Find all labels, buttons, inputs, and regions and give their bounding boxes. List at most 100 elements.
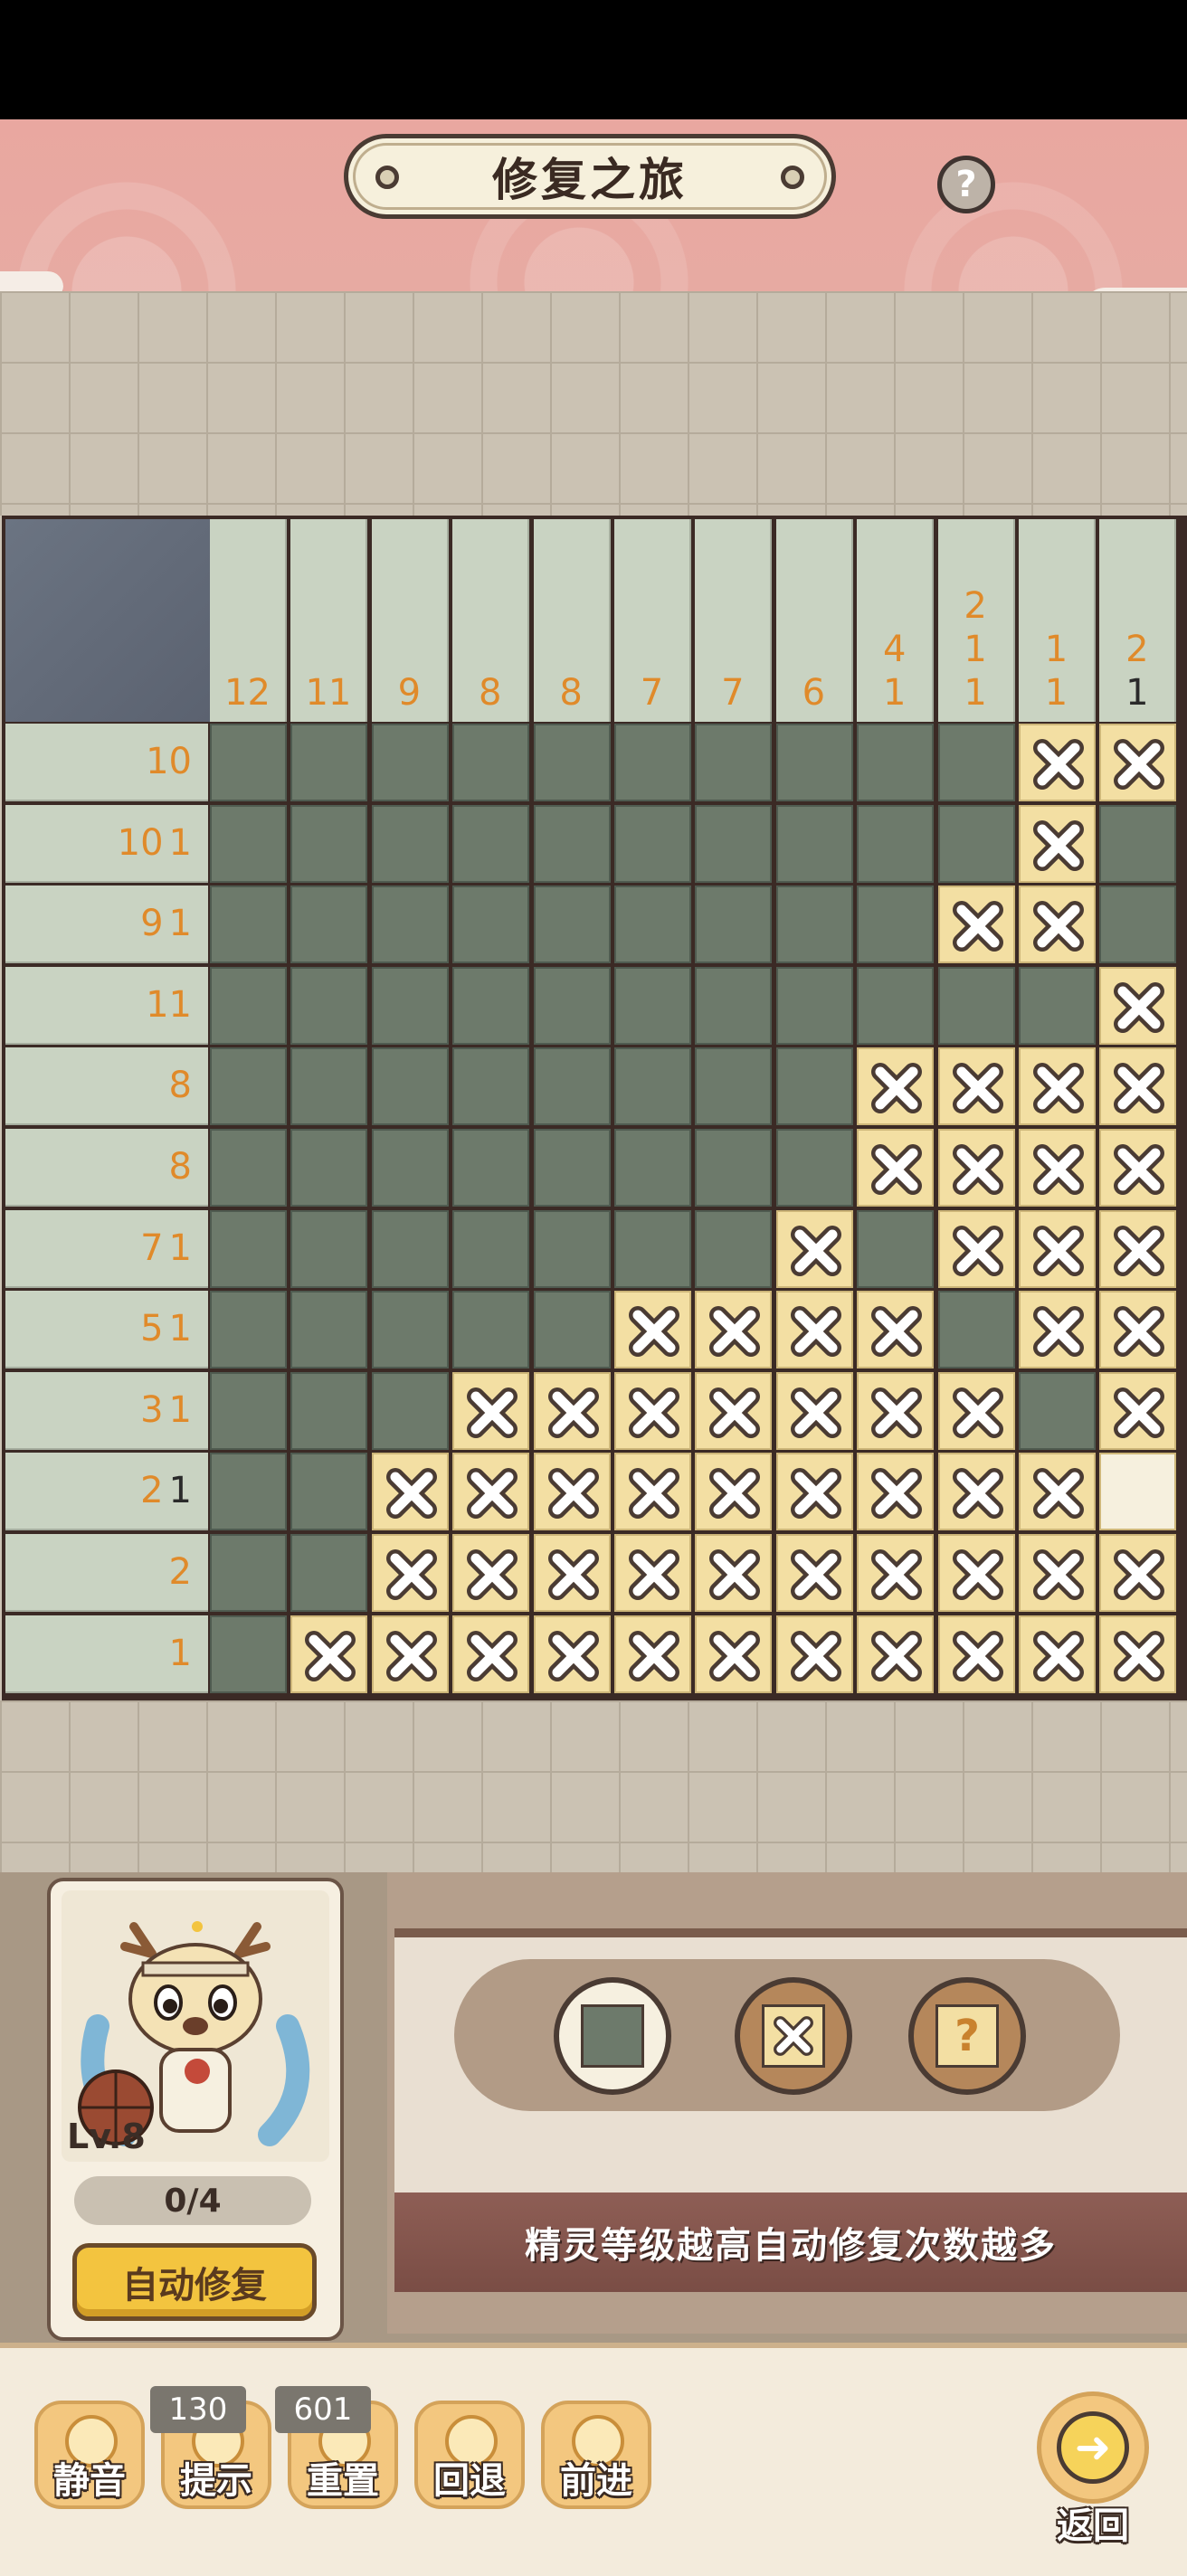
- grid-cell-filled[interactable]: [452, 1047, 530, 1126]
- grid-cell-crossed[interactable]: [1019, 1453, 1096, 1531]
- grid-cell-crossed[interactable]: [937, 1453, 1015, 1531]
- grid-cell-filled[interactable]: [210, 1209, 287, 1288]
- grid-cell-crossed[interactable]: [857, 1291, 935, 1369]
- grid-cell-filled[interactable]: [695, 724, 773, 801]
- cross-tool-button[interactable]: [735, 1977, 852, 2095]
- grid-cell-filled[interactable]: [371, 804, 449, 883]
- grid-cell-filled[interactable]: [210, 1129, 287, 1207]
- grid-cell-filled[interactable]: [452, 1129, 530, 1207]
- grid-cell-crossed[interactable]: [1019, 1534, 1096, 1612]
- grid-cell-filled[interactable]: [857, 724, 935, 801]
- grid-cell-filled[interactable]: [452, 1291, 530, 1369]
- grid-cell-crossed[interactable]: [371, 1453, 449, 1531]
- help-button[interactable]: ?: [937, 156, 995, 213]
- grid-cell-crossed[interactable]: [937, 1047, 1015, 1126]
- grid-cell-crossed[interactable]: [614, 1615, 691, 1693]
- grid-cell-crossed[interactable]: [1019, 804, 1096, 883]
- grid-cell-crossed[interactable]: [775, 1453, 853, 1531]
- grid-cell-filled[interactable]: [775, 804, 853, 883]
- grid-cell-filled[interactable]: [533, 1209, 611, 1288]
- grid-cell-crossed[interactable]: [371, 1534, 449, 1612]
- grid-cell-crossed[interactable]: [695, 1615, 773, 1693]
- grid-cell-crossed[interactable]: [1099, 1371, 1177, 1450]
- grid-cell-filled[interactable]: [210, 1534, 287, 1612]
- grid-cell-filled[interactable]: [290, 1534, 368, 1612]
- grid-cell-filled[interactable]: [371, 966, 449, 1045]
- grid-cell-crossed[interactable]: [1099, 1534, 1177, 1612]
- grid-cell-filled[interactable]: [371, 886, 449, 964]
- grid-cell-crossed[interactable]: [452, 1615, 530, 1693]
- grid-cell-crossed[interactable]: [614, 1371, 691, 1450]
- redo-button[interactable]: 前进: [541, 2401, 651, 2509]
- grid-cell-crossed[interactable]: [1099, 1129, 1177, 1207]
- grid-cell-crossed[interactable]: [937, 1129, 1015, 1207]
- grid-cell-filled[interactable]: [290, 724, 368, 801]
- grid-cell-crossed[interactable]: [857, 1615, 935, 1693]
- grid-cell-filled[interactable]: [775, 966, 853, 1045]
- grid-cell-empty[interactable]: [1099, 1453, 1177, 1531]
- grid-cell-filled[interactable]: [210, 1371, 287, 1450]
- grid-cell-crossed[interactable]: [937, 886, 1015, 964]
- grid-cell-filled[interactable]: [695, 966, 773, 1045]
- grid-cell-crossed[interactable]: [857, 1047, 935, 1126]
- grid-cell-crossed[interactable]: [1099, 724, 1177, 801]
- grid-cell-filled[interactable]: [937, 804, 1015, 883]
- mute-button[interactable]: 静音: [34, 2401, 145, 2509]
- grid-cell-crossed[interactable]: [775, 1534, 853, 1612]
- grid-cell-crossed[interactable]: [1099, 1047, 1177, 1126]
- grid-cell-filled[interactable]: [857, 886, 935, 964]
- grid-cell-filled[interactable]: [290, 1371, 368, 1450]
- grid-cell-filled[interactable]: [857, 966, 935, 1045]
- grid-cell-crossed[interactable]: [775, 1209, 853, 1288]
- grid-cell-crossed[interactable]: [1019, 1129, 1096, 1207]
- grid-cell-crossed[interactable]: [695, 1371, 773, 1450]
- grid-cell-crossed[interactable]: [533, 1371, 611, 1450]
- grid-cell-filled[interactable]: [533, 1291, 611, 1369]
- grid-cell-filled[interactable]: [452, 966, 530, 1045]
- grid-cell-filled[interactable]: [290, 1209, 368, 1288]
- grid-cell-filled[interactable]: [290, 886, 368, 964]
- grid-cell-filled[interactable]: [614, 1209, 691, 1288]
- grid-cell-crossed[interactable]: [1019, 886, 1096, 964]
- grid-cell-filled[interactable]: [210, 724, 287, 801]
- grid-cell-filled[interactable]: [533, 966, 611, 1045]
- grid-cell-filled[interactable]: [775, 724, 853, 801]
- grid-cell-crossed[interactable]: [290, 1615, 368, 1693]
- grid-cell-filled[interactable]: [857, 804, 935, 883]
- grid-cell-filled[interactable]: [937, 1291, 1015, 1369]
- grid-cell-filled[interactable]: [695, 1047, 773, 1126]
- grid-cell-filled[interactable]: [614, 724, 691, 801]
- grid-cell-crossed[interactable]: [452, 1371, 530, 1450]
- grid-cell-filled[interactable]: [1019, 1371, 1096, 1450]
- grid-cell-crossed[interactable]: [533, 1534, 611, 1612]
- question-tool-button[interactable]: ?: [908, 1977, 1026, 2095]
- grid-cell-crossed[interactable]: [857, 1534, 935, 1612]
- grid-cell-filled[interactable]: [452, 804, 530, 883]
- grid-cell-crossed[interactable]: [937, 1209, 1015, 1288]
- grid-cell-crossed[interactable]: [614, 1534, 691, 1612]
- grid-cell-filled[interactable]: [371, 1129, 449, 1207]
- grid-cell-crossed[interactable]: [937, 1371, 1015, 1450]
- grid-cell-filled[interactable]: [775, 886, 853, 964]
- grid-cell-crossed[interactable]: [533, 1615, 611, 1693]
- grid-cell-filled[interactable]: [452, 1209, 530, 1288]
- grid-cell-crossed[interactable]: [775, 1371, 853, 1450]
- grid-cell-filled[interactable]: [371, 1291, 449, 1369]
- grid-cell-filled[interactable]: [533, 886, 611, 964]
- grid-cell-filled[interactable]: [371, 1047, 449, 1126]
- grid-cell-crossed[interactable]: [371, 1615, 449, 1693]
- grid-cell-crossed[interactable]: [1099, 966, 1177, 1045]
- grid-cell-filled[interactable]: [210, 1453, 287, 1531]
- grid-cell-crossed[interactable]: [1019, 724, 1096, 801]
- fill-tool-button[interactable]: [554, 1977, 671, 2095]
- grid-cell-crossed[interactable]: [1099, 1615, 1177, 1693]
- grid-cell-filled[interactable]: [937, 724, 1015, 801]
- grid-cell-crossed[interactable]: [937, 1615, 1015, 1693]
- grid-cell-crossed[interactable]: [775, 1615, 853, 1693]
- grid-cell-filled[interactable]: [290, 1291, 368, 1369]
- grid-cell-filled[interactable]: [371, 1371, 449, 1450]
- grid-cell-filled[interactable]: [695, 886, 773, 964]
- grid-cell-filled[interactable]: [857, 1209, 935, 1288]
- grid-cell-filled[interactable]: [533, 804, 611, 883]
- grid-cell-filled[interactable]: [290, 804, 368, 883]
